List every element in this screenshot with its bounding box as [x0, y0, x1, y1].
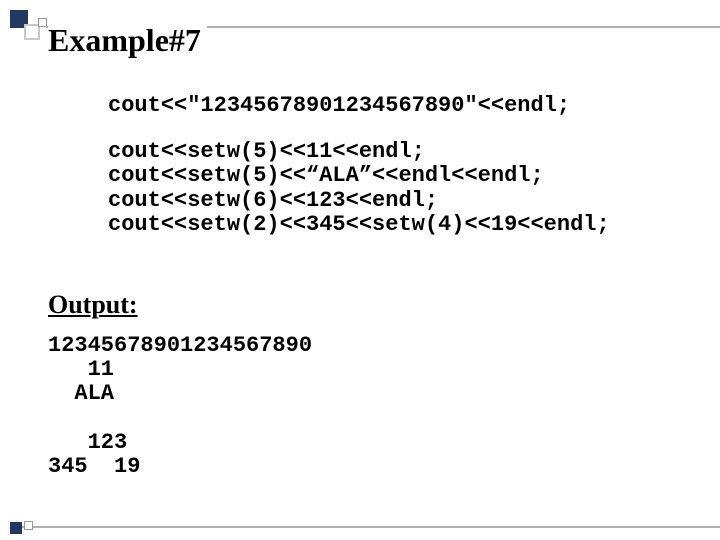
code-block: cout<<"12345678901234567890"<<endl; cout… — [108, 94, 610, 237]
rule-line — [10, 526, 720, 528]
code-line: cout<<setw(6)<<123<<endl; — [108, 189, 610, 213]
blank-line — [108, 118, 610, 140]
output-line: 123 — [48, 430, 127, 455]
code-line: cout<<"12345678901234567890"<<endl; — [108, 94, 610, 118]
output-heading: Output: — [48, 290, 138, 320]
output-line: 11 — [48, 357, 114, 382]
slide-title: Example#7 — [48, 22, 207, 59]
square-small-icon — [24, 521, 33, 530]
output-line: ALA — [48, 381, 114, 406]
code-line: cout<<setw(2)<<345<<setw(4)<<19<<endl; — [108, 213, 610, 237]
code-line: cout<<setw(5)<<“ALA”<<endl<<endl; — [108, 164, 610, 188]
output-line: 12345678901234567890 — [48, 333, 312, 358]
output-line: 345 19 — [48, 454, 140, 479]
code-line: cout<<setw(5)<<11<<endl; — [108, 140, 610, 164]
output-block: 12345678901234567890 11 ALA 123 345 19 — [48, 334, 312, 479]
square-icon — [10, 522, 22, 534]
